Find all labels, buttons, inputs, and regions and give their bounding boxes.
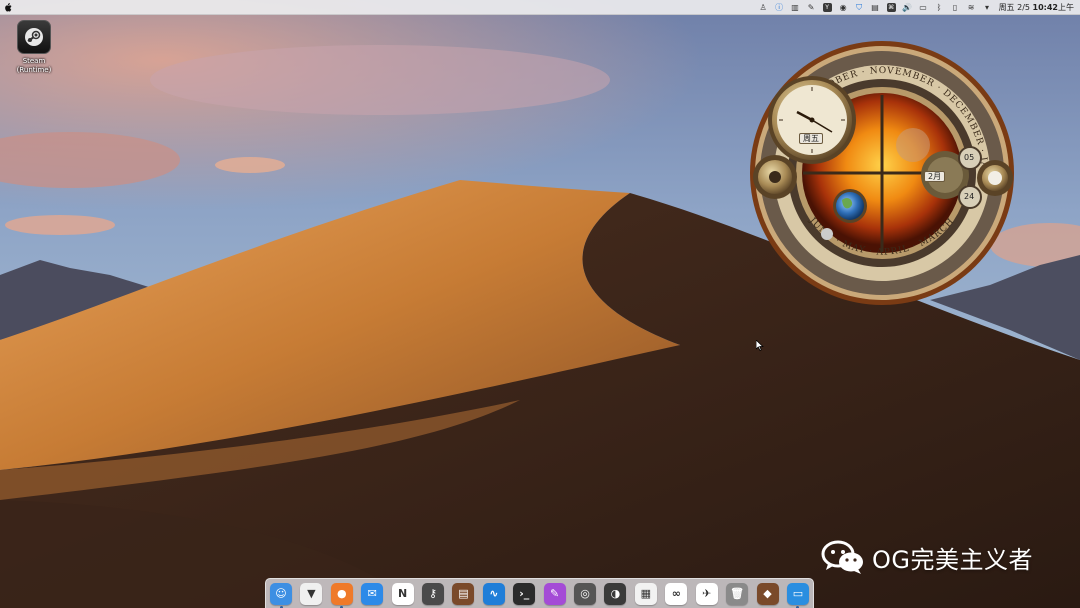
terminal-icon: ›_ (519, 587, 530, 600)
steam-icon (17, 20, 51, 54)
info-icon[interactable]: ⓘ (775, 3, 784, 12)
clock-widget[interactable]: OCTOBER · NOVEMBER · DECEMBER · JANUARY … (740, 33, 1021, 312)
circle-icon[interactable]: ◉ (839, 3, 848, 12)
widget-day-label: 周五 (799, 133, 823, 144)
widget-month-label: 2月 (924, 171, 946, 182)
dock-item-finder[interactable]: ☺ (270, 582, 292, 608)
dock-item-notebook[interactable]: ▤ (452, 582, 475, 605)
finder-icon: ☺ (275, 587, 287, 600)
dock-item-trash[interactable]: 🗑 (726, 582, 749, 605)
watermark-text: OG完美主义者 (872, 545, 1033, 574)
firefox-icon: ● (337, 587, 347, 600)
mouse-cursor-icon (756, 340, 764, 351)
wechat-logo-icon (821, 540, 863, 574)
dropdown-arrow-icon[interactable]: ▾ (983, 3, 992, 12)
dock-item-terminal[interactable]: ›_ (513, 582, 536, 605)
dock-item-activity-monitor[interactable]: ∿ (482, 582, 505, 605)
desktop-icon-steam[interactable]: Steam (Runtime) (12, 20, 56, 75)
sidebar-icon[interactable]: ▯ (951, 3, 960, 12)
clock-day: 周五 (998, 2, 1015, 12)
stickies-icon: ◆ (763, 587, 772, 600)
dock-item-baidu-netdisk[interactable]: ∞ (665, 582, 688, 605)
notion-icon: N (398, 587, 408, 600)
color-picker-icon: ✎ (550, 587, 560, 600)
pencil-icon[interactable]: ✎ (807, 3, 816, 12)
feishu-icon: ✈ (702, 587, 712, 600)
keyboard-icon[interactable]: ⌘ (886, 2, 896, 12)
watermark: OG完美主义者 (820, 537, 1033, 577)
menu-bar: ♙ ⓘ ▥ ✎ Y ◉ ⛉ ▤ ⌘ 🔊 ▭ ᛒ ▯ ≋ ▾ 周五 2/5 10:… (0, 0, 1080, 15)
brave-icon: ▼ (307, 587, 316, 600)
dock-item-photo-booth[interactable]: ▦ (634, 582, 657, 605)
dock-item-color-picker[interactable]: ✎ (543, 582, 566, 605)
dock: ☺ ▼ ● ✉ N ⚷ ▤ ∿ ›_ ✎ ◎ ◑ ▦ ∞ ✈ 🗑 ◆ ▭ (265, 578, 814, 608)
shield-icon[interactable]: ⛉ (855, 3, 864, 12)
dock-item-mail[interactable]: ✉ (361, 582, 384, 605)
dock-item-brave[interactable]: ▼ (300, 582, 323, 605)
widget-graphic: OCTOBER · NOVEMBER · DECEMBER · JANUARY … (740, 33, 1014, 305)
mail-icon: ✉ (367, 587, 377, 600)
wifi-icon[interactable]: ≋ (967, 3, 976, 12)
clock-ampm: 上午 (1058, 2, 1074, 12)
clipboard-icon[interactable]: ▤ (871, 3, 880, 12)
dock-item-feishu[interactable]: ✈ (695, 582, 718, 605)
widget-date-top: 05 (964, 153, 975, 162)
status-tray: ♙ ⓘ ▥ ✎ Y ◉ ⛉ ▤ ⌘ 🔊 ▭ ᛒ ▯ ≋ ▾ 周五 2/5 10:… (759, 0, 1074, 14)
book-icon[interactable]: ▥ (791, 3, 800, 12)
clock-time: 10:42 (1032, 2, 1058, 12)
dock-item-disk-utility[interactable]: ◎ (574, 582, 597, 605)
dock-item-camera-app[interactable]: ◑ (604, 582, 627, 605)
trash-icon: 🗑 (730, 587, 745, 600)
widget-date-bottom: 24 (964, 192, 975, 201)
desktop-icon-label: Steam (Runtime) (16, 57, 52, 74)
remote-desktop-icon: ▭ (792, 587, 804, 600)
keychain-icon: ⚷ (429, 587, 438, 600)
apple-icon[interactable] (3, 1, 13, 13)
dock-item-keychain[interactable]: ⚷ (422, 582, 445, 605)
dock-item-firefox[interactable]: ● (330, 582, 353, 608)
dock-item-notion[interactable]: N (391, 582, 414, 605)
volume-icon[interactable]: 🔊 (902, 3, 912, 12)
desktop: ♙ ⓘ ▥ ✎ Y ◉ ⛉ ▤ ⌘ 🔊 ▭ ᛒ ▯ ≋ ▾ 周五 2/5 10:… (0, 0, 1080, 608)
dock-item-stickies[interactable]: ◆ (756, 582, 779, 605)
figure-icon[interactable]: ♙ (759, 3, 768, 12)
clock-date: 2/5 (1017, 2, 1030, 12)
activity-monitor-icon: ∿ (489, 587, 499, 600)
y-badge-icon[interactable]: Y (822, 2, 832, 12)
menu-clock[interactable]: 周五 2/5 10:42上午 (999, 2, 1074, 13)
photo-booth-icon: ▦ (640, 587, 652, 600)
camera-app-icon: ◑ (610, 587, 621, 600)
battery-icon[interactable]: ▭ (919, 3, 928, 12)
dock-item-remote-desktop[interactable]: ▭ (786, 582, 809, 608)
notebook-icon: ▤ (458, 587, 469, 600)
baidu-netdisk-icon: ∞ (671, 587, 681, 600)
disk-utility-icon: ◎ (580, 587, 590, 600)
bluetooth-icon[interactable]: ᛒ (935, 3, 944, 12)
